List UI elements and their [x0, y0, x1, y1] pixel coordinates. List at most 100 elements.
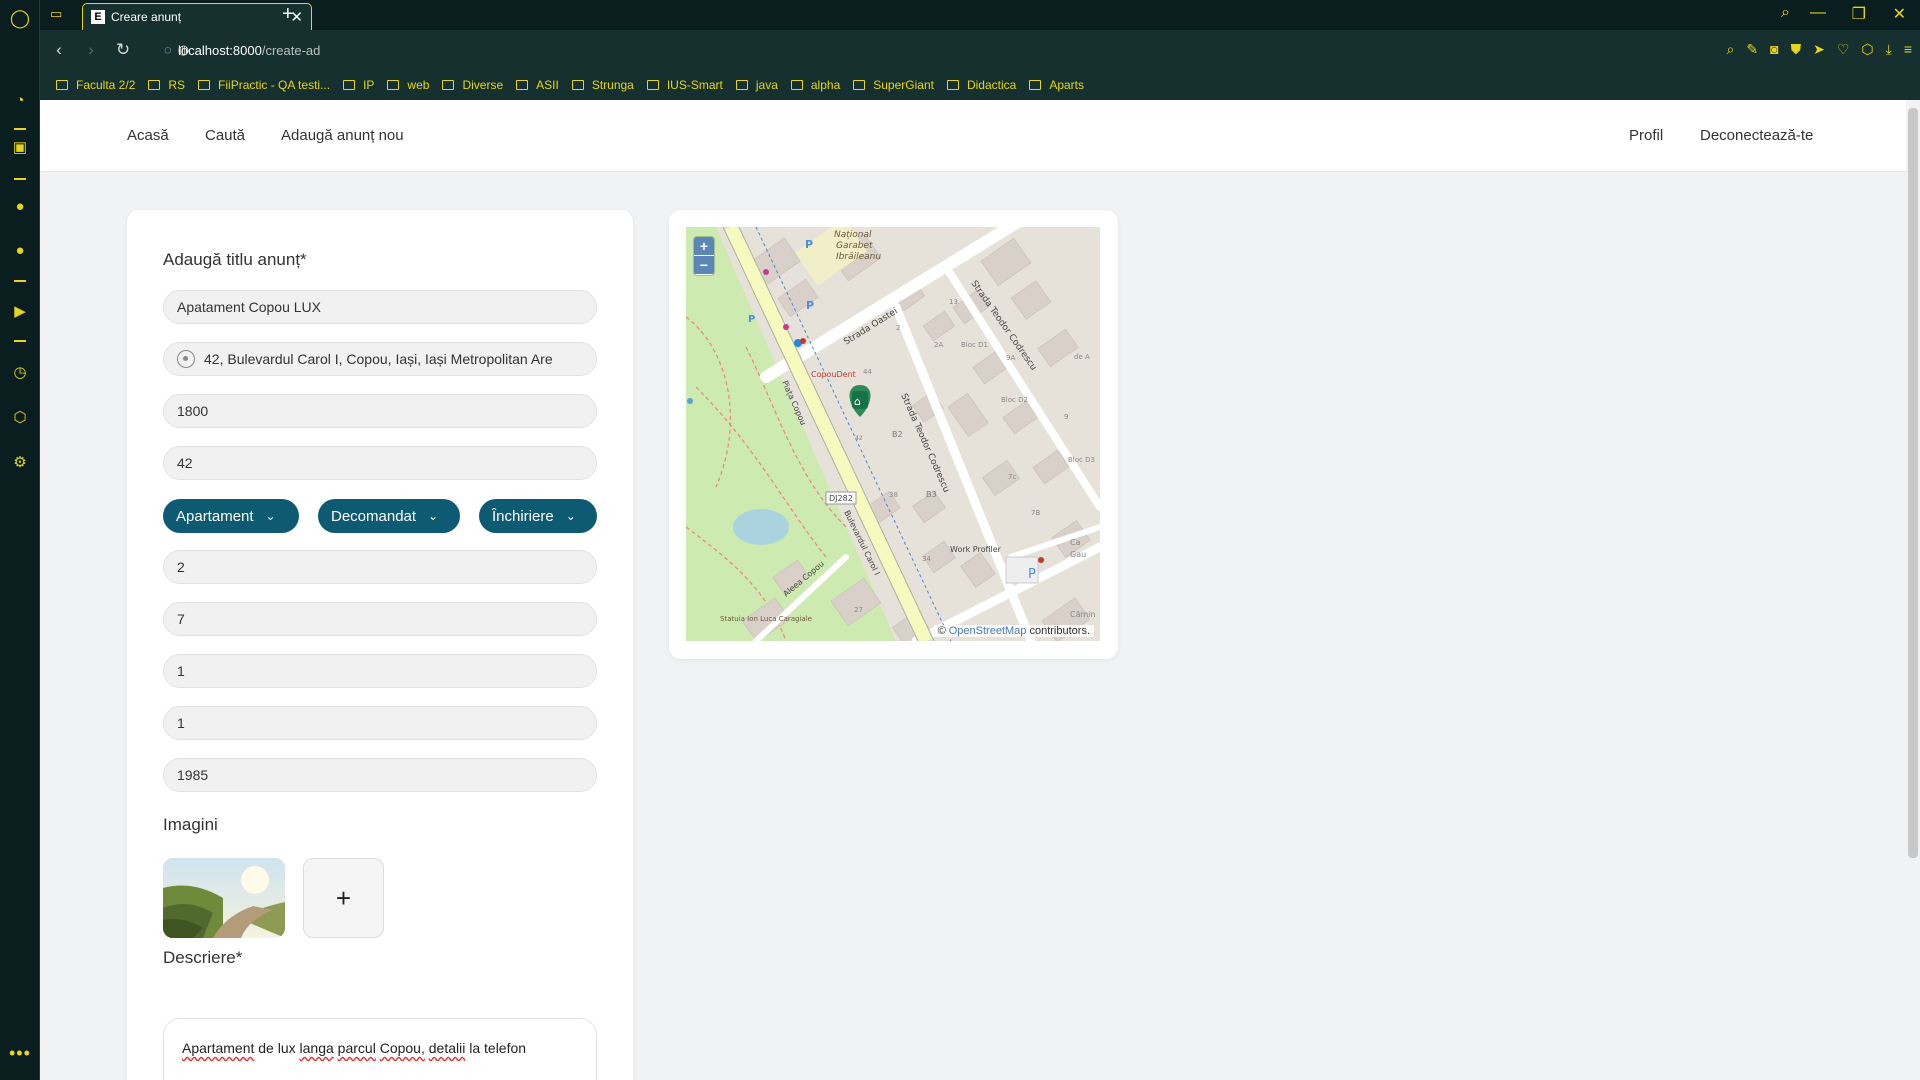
vpn-shield-icon[interactable]: ⛊ [1791, 41, 1802, 58]
nav-add-ad-link[interactable]: Adaugă anunț nou [281, 127, 404, 144]
page-scrollbar[interactable] [1906, 100, 1920, 1080]
minimize-icon[interactable]: — [1810, 4, 1826, 22]
year-input[interactable]: 1985 [163, 758, 597, 792]
search-tabs-icon[interactable]: ⌕ [1781, 4, 1790, 22]
attribution-text: contributors. [1029, 625, 1090, 637]
title-input[interactable]: Apatament Copou LUX [163, 290, 597, 324]
history-icon[interactable]: ◷ [10, 362, 30, 382]
extensions-icon[interactable]: ⬡ [10, 407, 30, 427]
bookmark-folder[interactable]: SuperGiant [853, 78, 934, 92]
transaction-type-value: Închiriere [492, 507, 554, 525]
add-image-button[interactable]: + [303, 858, 384, 938]
map-label: 13 [949, 298, 958, 306]
bookmark-folder[interactable]: FiiPractic - QA testi... [198, 78, 330, 92]
bookmark-folder[interactable]: Didactica [946, 78, 1016, 92]
url-field[interactable]: localhost:8000/create-ad [178, 43, 320, 58]
download-icon[interactable]: ⤓ [1886, 41, 1892, 58]
parking-icon: P [806, 299, 814, 312]
description-textarea[interactable]: Apartament de lux langa parcul Copou, de… [163, 1018, 597, 1080]
zoom-in-button[interactable]: + [694, 237, 714, 256]
bookmark-folder[interactable]: alpha [790, 78, 840, 92]
bookmark-folder[interactable]: ASII [516, 78, 559, 92]
nav-home-link[interactable]: Acasă [127, 127, 169, 144]
address-actions: ⌕ ✎ ◙ ⛊ ➤ ♡ ⬡ ⤓ ≡ [1727, 41, 1912, 58]
bookmark-folder[interactable]: Aparts [1029, 78, 1084, 92]
transaction-type-select[interactable]: Închiriere ⌄ [479, 499, 597, 533]
sidebar-divider [14, 340, 26, 342]
reload-icon[interactable]: ↻ [110, 40, 136, 60]
map-label: Work Profiler [950, 545, 1002, 554]
tab-active[interactable]: E Creare anunț ✕ [82, 3, 312, 30]
cube-icon[interactable]: ⬡ [1861, 41, 1873, 58]
map-label: Cămin [1070, 610, 1096, 619]
bookmark-folder[interactable]: java [735, 78, 778, 92]
aria-icon[interactable]: ▣ [10, 137, 30, 157]
map-label: 27 [854, 606, 863, 614]
speed-dial-icon[interactable]: ◔ [10, 90, 30, 110]
bookmark-folder[interactable]: RS [148, 78, 185, 92]
description-word: Copou, [379, 1040, 425, 1056]
restore-icon[interactable]: ❐ [1852, 4, 1866, 24]
bathrooms-input[interactable]: 1 [163, 654, 597, 688]
floor-input[interactable]: 7 [163, 602, 597, 636]
bookmark-folder[interactable]: Diverse [442, 78, 503, 92]
map-label: 2 [896, 324, 900, 332]
bookmark-folder[interactable]: web [387, 78, 429, 92]
surface-input[interactable]: 42 [163, 446, 597, 480]
map-label: 34 [922, 555, 931, 563]
settings-gear-icon[interactable]: ⚙ [10, 452, 30, 472]
uploaded-image-thumbnail[interactable] [163, 858, 285, 938]
map-label: 42 [855, 435, 863, 442]
send-icon[interactable]: ➤ [1813, 41, 1825, 58]
balconies-input[interactable]: 1 [163, 706, 597, 740]
folder-icon [442, 80, 455, 90]
zoom-out-button[interactable]: − [694, 256, 714, 275]
back-icon[interactable]: ‹ [46, 40, 72, 60]
edit-icon[interactable]: ✎ [1746, 41, 1758, 58]
gaming-icon[interactable]: ▭ [50, 6, 62, 22]
map-label: de A [1074, 353, 1090, 361]
bookmark-folder[interactable]: Faculta 2/2 [56, 78, 135, 92]
nav-search-link[interactable]: Caută [205, 127, 245, 144]
folder-icon [198, 80, 211, 90]
nav-logout-link[interactable]: Deconectează-te [1700, 127, 1813, 144]
opera-logo-icon[interactable]: ◯ [10, 8, 30, 28]
tab-title: Creare anunț [111, 10, 182, 24]
forward-icon[interactable]: › [78, 40, 104, 60]
folder-icon [56, 80, 68, 90]
whatsapp-icon[interactable]: ● [10, 240, 30, 260]
folder-icon [387, 80, 400, 90]
nav-profile-link[interactable]: Profil [1629, 127, 1663, 144]
bookmark-folder[interactable]: IUS-Smart [646, 78, 723, 92]
bookmark-folder[interactable]: Strunga [571, 78, 634, 92]
map-label: Gau [1070, 550, 1086, 559]
images-label: Imagini [163, 815, 218, 834]
property-type-value: Apartament [176, 507, 254, 525]
address-input[interactable]: 42, Bulevardul Carol I, Copou, Iași, Iaș… [163, 342, 597, 376]
location-pin-icon[interactable] [177, 350, 195, 368]
rooms-input[interactable]: 2 [163, 550, 597, 584]
heart-icon[interactable]: ♡ [1837, 41, 1850, 58]
location-map[interactable]: Național Garabet Ibrăileanu Strada Oaste… [686, 227, 1100, 641]
menu-icon[interactable]: ≡ [1904, 41, 1912, 58]
parking-icon: P [748, 314, 755, 325]
price-input[interactable]: 1800 [163, 394, 597, 428]
osm-link[interactable]: OpenStreetMap [949, 625, 1027, 637]
close-window-icon[interactable]: ✕ [1893, 4, 1906, 24]
parking-icon: P [1028, 567, 1036, 582]
description-word: langa [299, 1040, 334, 1056]
more-options-icon[interactable]: ••• [9, 1043, 31, 1064]
scrollbar-thumb[interactable] [1908, 108, 1918, 858]
map-label: Bloc D3 [1068, 456, 1095, 464]
new-tab-icon[interactable]: + [282, 3, 294, 26]
map-marker-icon: ⌂ [854, 395, 861, 408]
map-label: Național [834, 230, 872, 240]
site-info-icon[interactable]: ◌◍ [164, 42, 195, 58]
property-type-select[interactable]: Apartament ⌄ [163, 499, 299, 533]
search-page-icon[interactable]: ⌕ [1727, 41, 1735, 58]
layout-type-select[interactable]: Decomandat ⌄ [318, 499, 460, 533]
snapshot-icon[interactable]: ◙ [1770, 41, 1778, 58]
messenger-icon[interactable]: ● [10, 196, 30, 216]
bookmark-folder[interactable]: IP [343, 78, 374, 92]
player-icon[interactable]: ▶ [10, 301, 30, 321]
